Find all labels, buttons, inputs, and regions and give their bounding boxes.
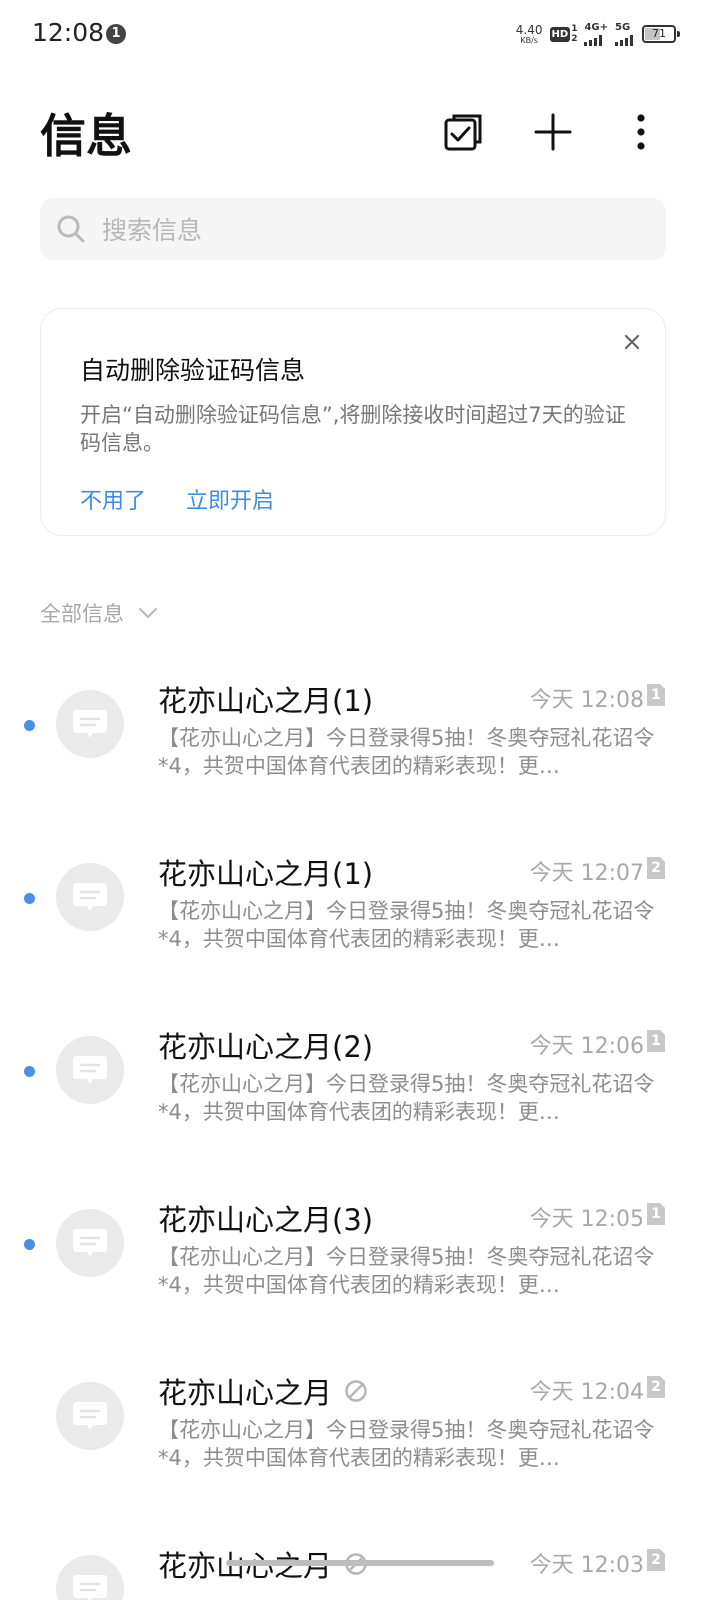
hd-voice-icon: HD 1 2 — [549, 24, 578, 44]
more-options-button[interactable] — [617, 108, 665, 156]
card-description: 开启“自动删除验证码信息”,将删除接收时间超过7天的验证码信息。 — [80, 403, 626, 455]
unread-dot-icon — [24, 1239, 35, 1250]
add-message-button[interactable] — [529, 108, 577, 156]
card-title: 自动删除验证码信息 — [80, 356, 306, 385]
notification-badge-icon: 1 — [106, 24, 126, 44]
network-type-1: 4G+ — [584, 21, 608, 33]
add-icon — [534, 113, 572, 151]
card-close-button[interactable] — [617, 327, 647, 357]
status-indicators: 4.40 KB/s HD 1 2 4G+ 5G 71 — [516, 20, 680, 48]
sender-name-wrap: 花亦山心之月(3) — [158, 1197, 373, 1239]
blocked-icon — [345, 1380, 367, 1402]
network-speed-unit: KB/s — [520, 35, 538, 45]
sender-name: 花亦山心之月(1) — [158, 857, 374, 891]
message-list: 花亦山心之月(1) 今天 12:08 1 【花亦山心之月】今日登录得5抽！冬奥夺冠礼花… — [0, 640, 720, 1600]
contact-avatar[interactable] — [56, 1209, 124, 1277]
sender-name: 花亦山心之月(2) — [158, 1030, 374, 1064]
auto-delete-card: 自动删除验证码信息 开启“自动删除验证码信息”,将删除接收时间超过7天的验证码信… — [40, 308, 666, 536]
message-preview: 【花亦山心之月】今日登录得5抽！冬奥夺冠礼花诏令*4，共贺中国体育代表团的精彩表… — [158, 899, 655, 951]
select-messages-button[interactable] — [440, 108, 488, 156]
dismiss-button[interactable]: 不用了 — [80, 483, 146, 515]
sender-name-wrap: 花亦山心之月(2) — [158, 1024, 373, 1066]
message-preview: 【花亦山心之月】今日登录得5抽！冬奥夺冠礼花诏令*4，共贺中国体育代表团的精彩表… — [158, 1072, 655, 1124]
sender-name-wrap: 花亦山心之月 — [158, 1370, 368, 1412]
status-bar: 12:08 1 4.40 KB/s HD 1 2 4G+ 5G 71 — [0, 0, 720, 68]
message-time: 今天 12:05 — [529, 1207, 644, 1232]
chevron-down-icon — [139, 608, 157, 618]
signal-5g-icon: 5G — [615, 21, 633, 46]
sim-card-icon: 2 — [647, 857, 665, 879]
battery-icon: 71 — [642, 25, 680, 43]
home-indicator[interactable] — [226, 1560, 494, 1566]
enable-now-button[interactable]: 立即开启 — [186, 483, 274, 515]
message-thread-row[interactable]: 花亦山心之月 今天 12:04 2 【花亦山心之月】今日登录得5抽！冬奥夺冠礼花诏令*… — [0, 1332, 720, 1505]
message-time: 今天 12:03 — [529, 1553, 644, 1578]
contact-avatar[interactable] — [56, 1036, 124, 1104]
search-icon — [57, 215, 85, 243]
hd-label: HD — [549, 26, 571, 42]
unread-dot-icon — [24, 1066, 35, 1077]
signal-4g-icon: 4G+ — [584, 21, 608, 46]
message-filter-dropdown[interactable]: 全部信息 — [40, 598, 158, 628]
sender-name-wrap: 花亦山心之月(1) — [158, 678, 373, 720]
contact-avatar[interactable] — [56, 1382, 124, 1450]
message-time: 今天 12:07 — [529, 861, 644, 886]
unread-dot-icon — [24, 720, 35, 731]
network-speed: 4.40 KB/s — [516, 24, 543, 45]
filter-label: 全部信息 — [40, 602, 124, 626]
sim-card-icon: 2 — [647, 1549, 665, 1571]
sender-name: 花亦山心之月(3) — [158, 1203, 374, 1237]
network-speed-value: 4.40 — [515, 22, 543, 37]
message-thread-row[interactable]: 花亦山心之月(2) 今天 12:06 1 【花亦山心之月】今日登录得5抽！冬奥夺冠礼花… — [0, 986, 720, 1159]
sender-name: 花亦山心之月(1) — [158, 684, 374, 718]
message-preview: 【花亦山心之月】今日登录得5抽！冬奥夺冠礼花诏令*4，共贺中国体育代表团的精彩表… — [158, 726, 655, 778]
message-preview: 【花亦山心之月】今日登录得5抽！冬奥夺冠礼花诏令*4，共贺中国体育代表团的精彩表… — [158, 1418, 655, 1470]
battery-level: 71 — [652, 27, 666, 40]
sim-card-icon: 1 — [647, 1203, 665, 1225]
unread-dot-icon — [24, 893, 35, 904]
message-time: 今天 12:04 — [529, 1380, 644, 1405]
message-preview: 【花亦山心之月】今日登录得5抽！冬奥夺冠礼花诏令*4，共贺中国体育代表团的精彩表… — [158, 1245, 655, 1297]
search-input[interactable]: 搜索信息 — [40, 198, 666, 260]
search-placeholder: 搜索信息 — [102, 216, 203, 245]
sim-card-icon: 1 — [647, 684, 665, 706]
sim-card-icon: 1 — [647, 1030, 665, 1052]
sim-card-icon: 2 — [647, 1376, 665, 1398]
close-icon — [624, 334, 640, 350]
hd-sim1: 1 — [571, 24, 578, 34]
page-title: 信息 — [40, 109, 132, 163]
message-thread-row[interactable]: 花亦山心之月(1) 今天 12:08 1 【花亦山心之月】今日登录得5抽！冬奥夺冠礼花… — [0, 640, 720, 813]
message-bubble-icon — [73, 883, 107, 911]
message-bubble-icon — [73, 710, 107, 738]
message-time: 今天 12:06 — [529, 1034, 644, 1059]
more-options-icon — [637, 114, 645, 150]
message-time: 今天 12:08 — [529, 688, 644, 713]
message-bubble-icon — [73, 1575, 107, 1600]
select-messages-icon — [444, 114, 482, 151]
message-bubble-icon — [73, 1056, 107, 1084]
message-thread-row[interactable]: 花亦山心之月(3) 今天 12:05 1 【花亦山心之月】今日登录得5抽！冬奥夺冠礼花… — [0, 1159, 720, 1332]
message-thread-row[interactable]: 花亦山心之月 今天 12:03 2 — [0, 1505, 720, 1600]
network-type-2: 5G — [615, 21, 631, 33]
hd-sim2: 2 — [571, 34, 578, 44]
sender-name-wrap: 花亦山心之月(1) — [158, 851, 373, 893]
sender-name: 花亦山心之月 — [158, 1376, 333, 1410]
status-time: 12:08 — [32, 18, 105, 47]
message-bubble-icon — [73, 1402, 107, 1430]
contact-avatar[interactable] — [56, 690, 124, 758]
contact-avatar[interactable] — [56, 1555, 124, 1600]
message-bubble-icon — [73, 1229, 107, 1257]
contact-avatar[interactable] — [56, 863, 124, 931]
message-thread-row[interactable]: 花亦山心之月(1) 今天 12:07 2 【花亦山心之月】今日登录得5抽！冬奥夺冠礼花… — [0, 813, 720, 986]
